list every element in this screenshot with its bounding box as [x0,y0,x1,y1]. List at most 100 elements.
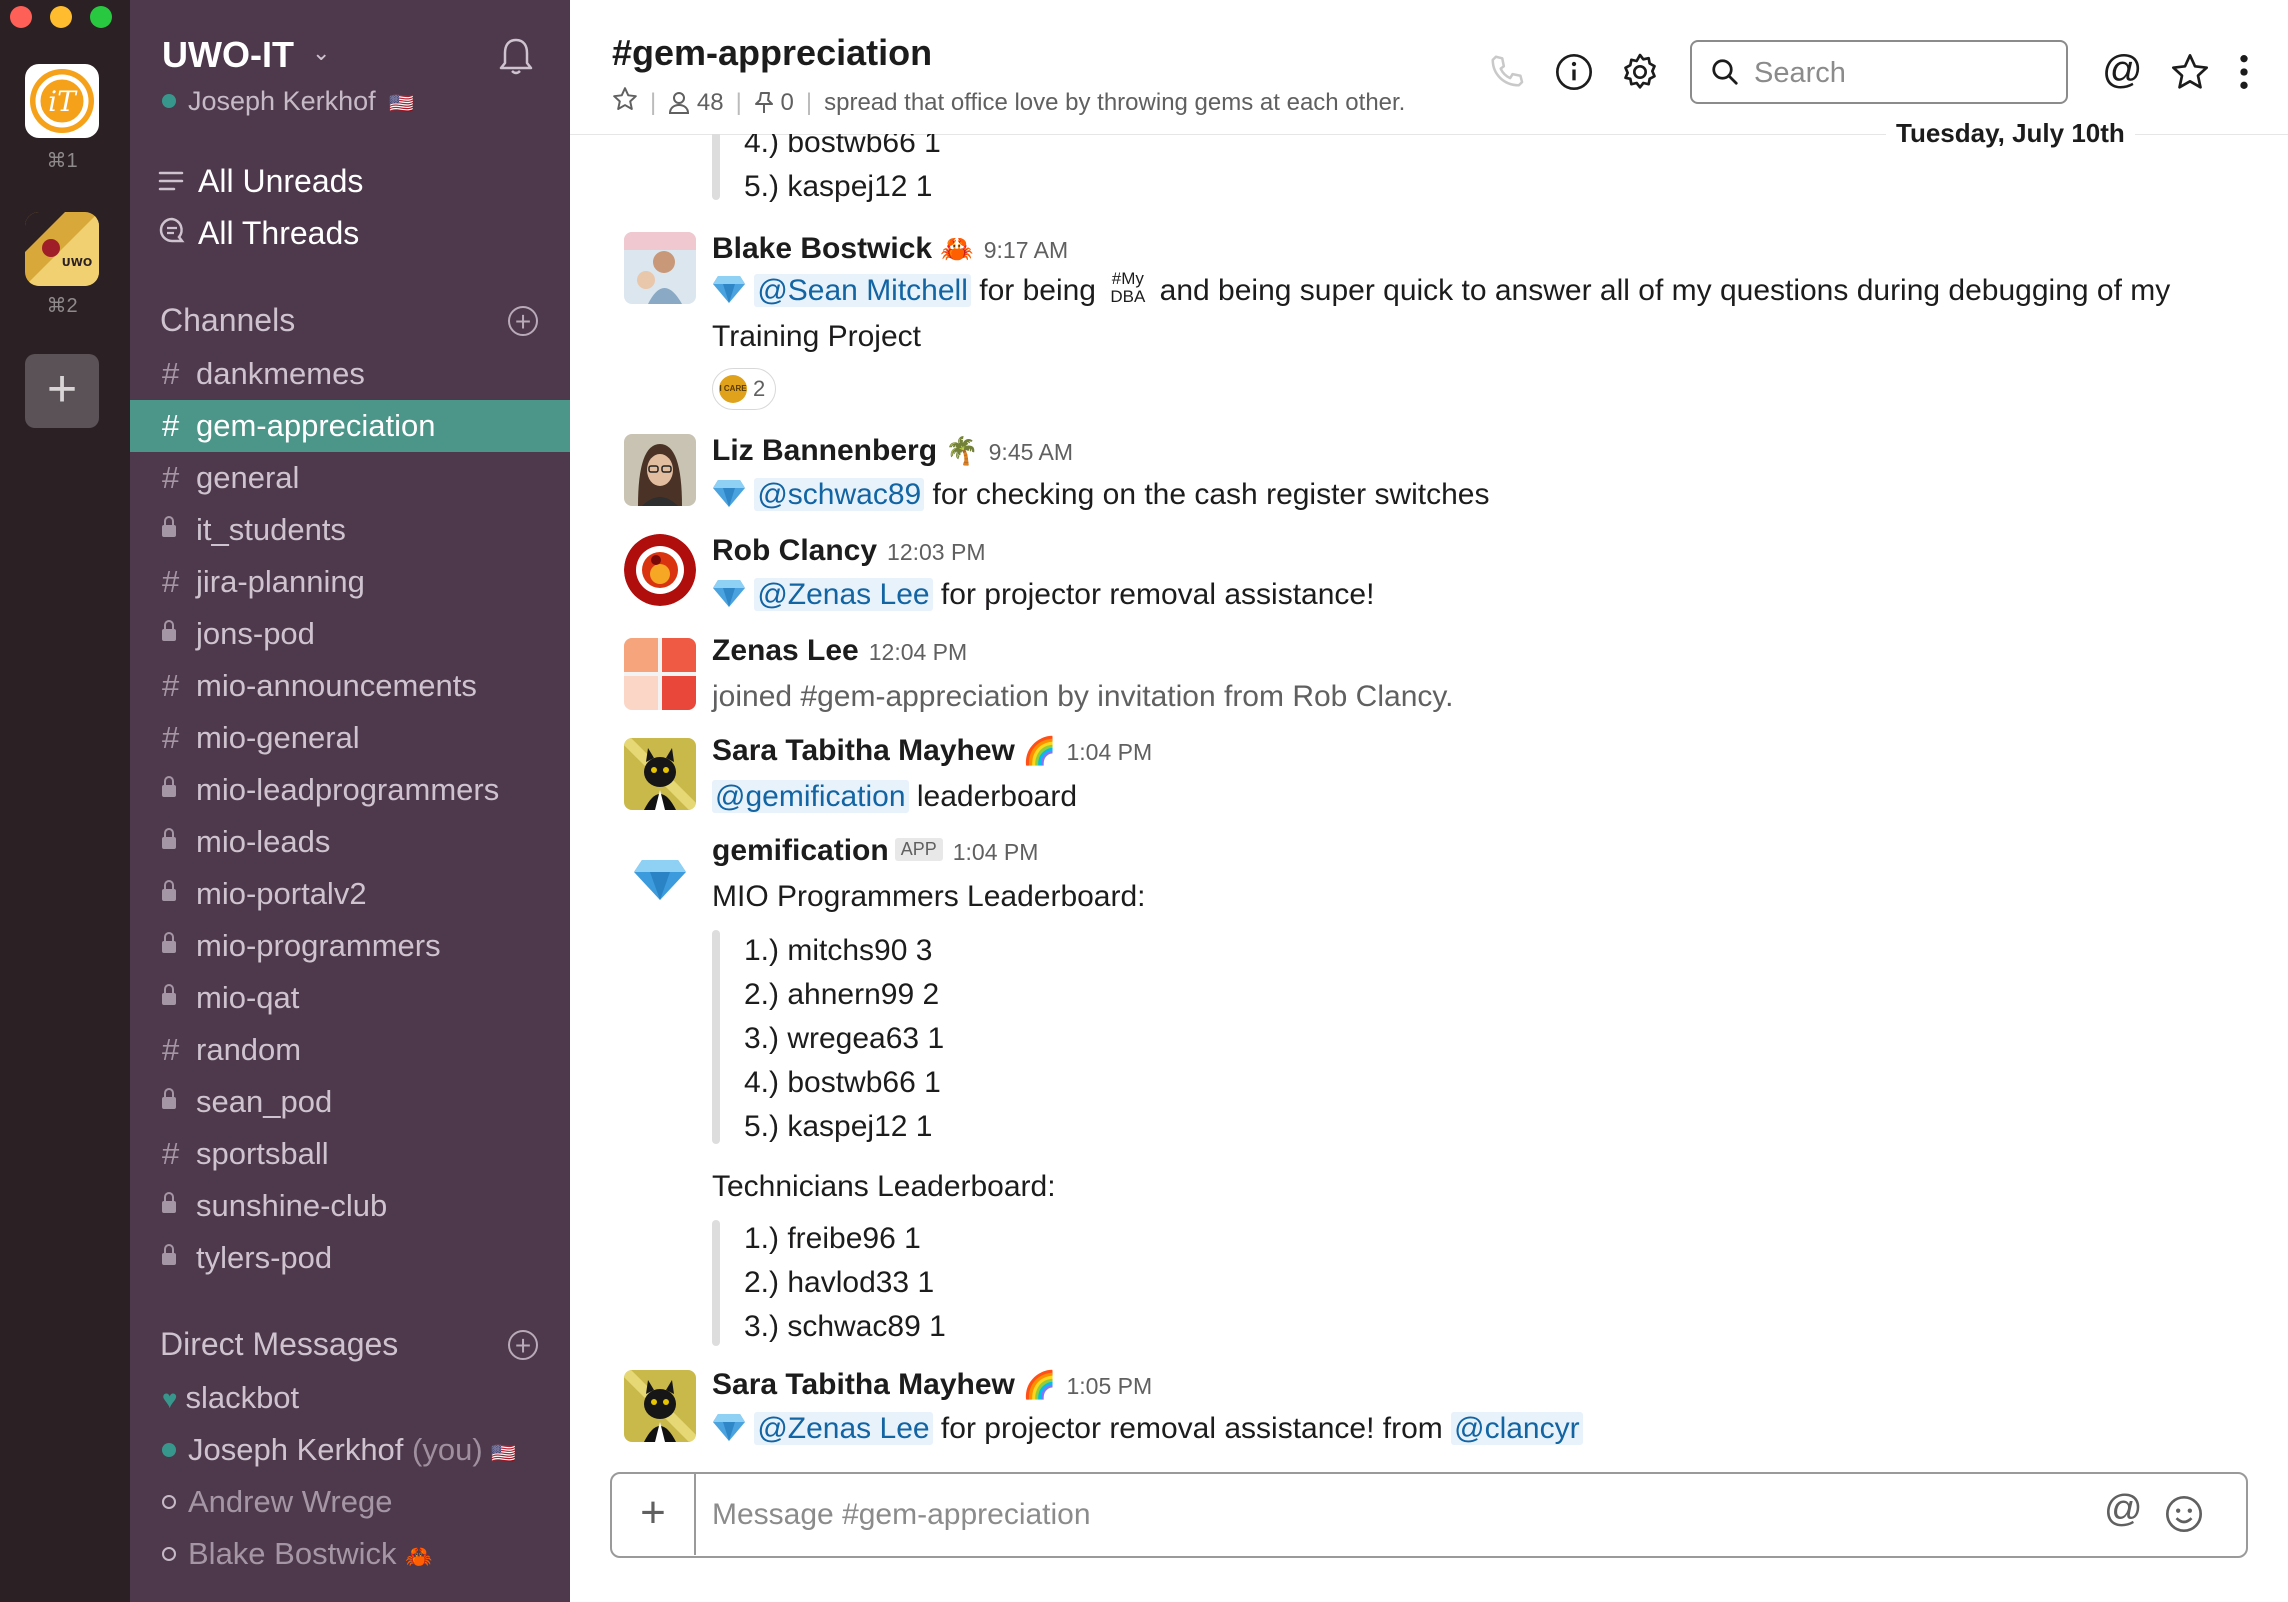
avatar[interactable] [624,638,696,710]
avatar[interactable] [624,232,696,304]
sidebar-item-mio-portalv2[interactable]: mio-portalv2 [130,868,570,920]
avatar[interactable] [624,1370,696,1442]
members-count[interactable]: 48 [668,89,724,117]
user-mention[interactable]: @Sean Mitchell [754,274,971,307]
mentions-icon[interactable]: @ [2102,48,2143,93]
sidebar-item-sportsball[interactable]: # sportsball [130,1128,570,1180]
user-mention[interactable]: @schwac89 [754,478,925,511]
sidebar-item-mio-leads[interactable]: mio-leads [130,816,570,868]
attach-button[interactable]: + [612,1474,696,1555]
message-timestamp[interactable]: 9:17 AM [984,237,1068,263]
team-name[interactable]: UWO-IT [162,34,294,76]
crab-icon: 🦀 [940,234,974,264]
add-dm-button[interactable]: + [508,1330,538,1360]
search-input[interactable] [1752,52,2056,94]
bell-icon[interactable] [498,36,534,76]
sidebar-item-jons-pod[interactable]: jons-pod [130,608,570,660]
lock-icon [162,1076,196,1128]
hash-icon: # [162,460,180,495]
list-item: 2.) havlod33 1 [744,1266,935,1299]
avatar[interactable] [624,534,696,606]
message-author[interactable]: gemification APP 1:04 PM [712,834,1038,868]
direct-messages-header[interactable]: Direct Messages [160,1326,398,1363]
message-timestamp[interactable]: 1:04 PM [1067,739,1153,765]
message-timestamp[interactable]: 1:05 PM [1067,1373,1153,1399]
message-timestamp[interactable]: 12:03 PM [887,539,985,565]
sidebar-item-mio-general[interactable]: # mio-general [130,712,570,764]
message-author[interactable]: Blake Bostwick 🦀 9:17 AM [712,232,1068,266]
list-item: 5.) kaspej12 1 [744,170,933,203]
window-zoom-button[interactable] [90,6,112,28]
message-timestamp[interactable]: 9:45 AM [989,439,1073,465]
channel-topic[interactable]: spread that office love by throwing gems… [824,89,1405,117]
dm-item-slackbot[interactable]: ♥ slackbot [130,1372,570,1424]
sidebar-item-label: sunshine-club [196,1188,388,1223]
user-mention[interactable]: @Zenas Lee [754,578,933,611]
sidebar-item-sean_pod[interactable]: sean_pod [130,1076,570,1128]
gear-icon[interactable] [1620,52,1660,92]
lock-icon [162,920,196,972]
current-user[interactable]: Joseph Kerkhof 🇺🇸 [162,86,414,117]
author-name: Zenas Lee [712,634,859,667]
chevron-down-icon[interactable]: ⌄ [312,40,330,66]
svg-text:UWO: UWO [62,256,92,269]
channel-title[interactable]: #gem-appreciation [612,32,932,74]
more-vertical-icon[interactable] [2236,52,2252,92]
message-timestamp[interactable]: 12:04 PM [869,639,967,665]
workspace-uwo-it[interactable]: iT [25,64,99,138]
add-channel-button[interactable]: + [508,306,538,336]
message-author[interactable]: Zenas Lee 12:04 PM [712,634,967,668]
sidebar-item-jira-planning[interactable]: # jira-planning [130,556,570,608]
avatar[interactable] [624,838,696,910]
search-box[interactable] [1690,40,2068,104]
user-mention[interactable]: @gemification [712,780,909,813]
window-minimize-button[interactable] [50,6,72,28]
reaction-pill[interactable]: I CARE 2 [712,368,777,410]
emoji-icon[interactable] [2164,1494,2204,1534]
sidebar-item-dankmemes[interactable]: # dankmemes [130,348,570,400]
sidebar-item-mio-leadprogrammers[interactable]: mio-leadprogrammers [130,764,570,816]
sidebar-item-sunshine-club[interactable]: sunshine-club [130,1180,570,1232]
avatar[interactable] [624,434,696,506]
info-icon[interactable] [1554,52,1594,92]
sidebar-item-mio-qat[interactable]: mio-qat [130,972,570,1024]
sidebar-item-label: mio-leadprogrammers [196,772,500,807]
user-mention[interactable]: @Zenas Lee [754,1412,933,1445]
all-threads-label: All Threads [198,215,360,251]
star-outline-icon[interactable] [2170,52,2210,92]
svg-text:iT: iT [48,85,78,118]
dm-item-andrew-wrege[interactable]: Andrew Wrege [130,1476,570,1528]
message-author[interactable]: Liz Bannenberg 🌴 9:45 AM [712,434,1073,468]
system-message: joined #gem-appreciation by invitation f… [712,680,1454,713]
message-body-continued: Training Project [712,320,921,353]
sidebar-item-mio-announcements[interactable]: # mio-announcements [130,660,570,712]
message-author[interactable]: Sara Tabitha Mayhew 🌈 1:04 PM [712,734,1152,768]
sidebar-item-random[interactable]: # random [130,1024,570,1076]
pinned-count[interactable]: 0 [754,89,794,117]
sidebar-item-tylers-pod[interactable]: tylers-pod [130,1232,570,1284]
message-author[interactable]: Sara Tabitha Mayhew 🌈 1:05 PM [712,1368,1152,1402]
user-mention[interactable]: @clancyr [1451,1412,1583,1445]
mention-button[interactable]: @ [2104,1488,2143,1531]
dm-item-self[interactable]: Joseph Kerkhof (you) 🇺🇸 [130,1424,570,1476]
lock-icon [162,972,196,1024]
all-threads-link[interactable]: All Threads [158,210,359,256]
star-icon[interactable] [612,86,638,119]
sidebar-item-gem-appreciation[interactable]: # gem-appreciation [130,400,570,452]
sidebar-item-general[interactable]: # general [130,452,570,504]
dm-item-blake-bostwick[interactable]: Blake Bostwick 🦀 [130,1528,570,1580]
window-close-button[interactable] [10,6,32,28]
dm-list: ♥ slackbot Joseph Kerkhof (you) 🇺🇸 Andrew… [130,1372,570,1580]
message-timestamp[interactable]: 1:04 PM [953,839,1039,865]
all-unreads-link[interactable]: All Unreads [158,158,363,204]
heart-icon: ♥ [162,1384,178,1414]
message-input[interactable] [710,1492,2044,1538]
avatar[interactable] [624,738,696,810]
phone-icon[interactable] [1488,52,1526,90]
add-workspace-button[interactable]: + [25,354,99,428]
sidebar-item-mio-programmers[interactable]: mio-programmers [130,920,570,972]
sidebar-item-it_students[interactable]: it_students [130,504,570,556]
workspace-uwm-uwo[interactable]: UWO [25,212,99,286]
channels-header[interactable]: Channels [160,302,295,339]
message-author[interactable]: Rob Clancy 12:03 PM [712,534,985,568]
